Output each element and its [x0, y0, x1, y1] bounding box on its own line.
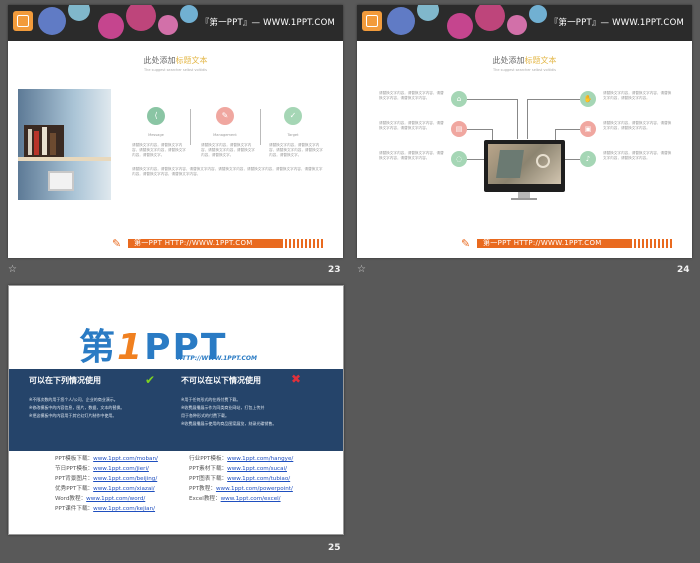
- left-text: 请替换文字内容，请替换文字内容，请替换文字内容，请替换文字内容。: [379, 121, 444, 130]
- document-icon: ▤: [451, 121, 467, 137]
- link-sucai[interactable]: www.1ppt.com/sucai/: [227, 466, 287, 472]
- column-divider: [190, 109, 191, 145]
- banner-logo-icon: [13, 11, 33, 31]
- link-row: 节日PPT模板：www.1ppt.com/jieri/: [55, 466, 149, 472]
- banner-logo-icon: [362, 11, 382, 31]
- bookshelf-photo: [18, 89, 111, 200]
- slide-thumbnail-23[interactable]: 『第一PPT』— WWW.1PPT.COM 此处添加标题文本 The sugge…: [8, 5, 343, 258]
- right-text: 请替换文字内容，请替换文字内容，请替换文字内容，请替换文字内容。: [603, 121, 672, 130]
- link-row: PPT教程：www.1ppt.com/powerpoint/: [189, 486, 293, 492]
- link-jieri[interactable]: www.1ppt.com/jieri/: [93, 466, 149, 472]
- can-use-title: 可以在下列情况使用: [29, 376, 101, 385]
- footer-stripes: [283, 239, 325, 248]
- link-kejian[interactable]: www.1ppt.com/kejian/: [93, 506, 155, 512]
- mic-icon: ♪: [580, 151, 596, 167]
- pencil-icon: ✎: [112, 237, 122, 250]
- cannot-use-item: ※收费展播展示作为同类商业网站，打包上传并: [181, 405, 265, 410]
- animation-star-icon: ☆: [357, 264, 366, 275]
- link-moban[interactable]: www.1ppt.com/moban/: [93, 456, 158, 462]
- link-row: PPT图表下载：www.1ppt.com/tubiao/: [189, 476, 291, 482]
- right-text: 请替换文字内容，请替换文字内容，请替换文字内容，请替换文字内容。: [603, 91, 672, 100]
- share-icon: ⟨: [147, 107, 165, 125]
- slide-banner: 『第一PPT』— WWW.1PPT.COM: [8, 5, 343, 41]
- column-divider: [260, 109, 261, 145]
- usage-panel: 可以在下列情况使用 ✔ 不可以在以下情况使用 ✖ ※不限次数的用于您个人/公司、…: [9, 369, 343, 451]
- link-powerpoint[interactable]: www.1ppt.com/powerpoint/: [216, 486, 293, 492]
- bulb-icon: ◌: [451, 151, 467, 167]
- column-label-management: Management: [213, 133, 237, 137]
- column-text: 请替换文字内容，请替换文字内容，请替换文字内容，请替换文字内容，请替换文字。: [269, 143, 323, 157]
- footer-text: 第一PPT HTTP://WWW.1PPT.COM: [483, 239, 602, 247]
- banner-text: 『第一PPT』— WWW.1PPT.COM: [549, 18, 684, 28]
- column-label-message: Message: [148, 133, 164, 137]
- cross-icon: ✖: [291, 372, 302, 386]
- link-xiazai[interactable]: www.1ppt.com/xiazai/: [93, 486, 155, 492]
- slide-number: 25: [328, 543, 341, 553]
- slide-footer: ✎ 第一PPT HTTP://WWW.1PPT.COM: [357, 237, 692, 250]
- hand-icon: ✋: [580, 91, 596, 107]
- animation-star-icon: ☆: [8, 264, 17, 275]
- home-icon: ⌂: [451, 91, 467, 107]
- link-row: 行业PPT模板：www.1ppt.com/hangye/: [189, 456, 294, 462]
- link-row: PPT课件下载：www.1ppt.com/kejian/: [55, 506, 156, 512]
- slide-banner: 『第一PPT』— WWW.1PPT.COM: [357, 5, 692, 41]
- edit-icon: ✎: [216, 107, 234, 125]
- slide-subtitle: The suggest searcher selbst voltidis: [493, 68, 556, 72]
- monitor-image: [484, 140, 565, 192]
- link-beijing[interactable]: www.1ppt.com/beijing/: [93, 476, 157, 482]
- link-word[interactable]: www.1ppt.com/word/: [86, 496, 145, 502]
- cannot-use-title: 不可以在以下情况使用: [181, 376, 261, 385]
- column-text: 请替换文字内容，请替换文字内容，请替换文字内容，请替换文字内容，请替换文字。: [132, 143, 186, 157]
- footer-stripes: [632, 239, 674, 248]
- links-right: 行业PPT模板：www.1ppt.com/hangye/ PPT素材下载：www…: [189, 454, 293, 504]
- link-row: Excel教程：www.1ppt.com/excel/: [189, 496, 281, 502]
- slide-number: 23: [328, 265, 341, 275]
- slide-title: 此处添加标题文本: [143, 56, 208, 65]
- link-hangye[interactable]: www.1ppt.com/hangye/: [227, 456, 293, 462]
- link-excel[interactable]: www.1ppt.com/excel/: [221, 496, 281, 502]
- slide-footer: ✎ 第一PPT HTTP://WWW.1PPT.COM: [8, 237, 343, 250]
- column-label-target: Target: [287, 133, 299, 137]
- link-tubiao[interactable]: www.1ppt.com/tubiao/: [227, 476, 290, 482]
- slide-subtitle: The suggest searcher selbst voltidis: [144, 68, 207, 72]
- slide-title: 此处添加标题文本: [492, 56, 557, 65]
- slide-thumbnail-25[interactable]: 第1PPT HTTP://WWW.1PPT.COM 可以在下列情况使用 ✔ 不可…: [8, 285, 344, 535]
- column-text: 请替换文字内容，请替换文字内容，请替换文字内容，请替换文字内容，请替换文字。: [201, 143, 255, 157]
- cannot-use-item: ※用于任何形式的在线付费下载。: [181, 397, 241, 402]
- left-text: 请替换文字内容，请替换文字内容，请替换文字内容，请替换文字内容。: [379, 91, 444, 100]
- slide-thumbnail-24[interactable]: 『第一PPT』— WWW.1PPT.COM 此处添加标题文本 The sugge…: [357, 5, 692, 258]
- link-row: PPT素材下载：www.1ppt.com/sucai/: [189, 466, 287, 472]
- link-row: 优秀PPT下载：www.1ppt.com/xiazai/: [55, 486, 155, 492]
- link-row: PPT背景图片：www.1ppt.com/beijing/: [55, 476, 158, 482]
- footer-text: 第一PPT HTTP://WWW.1PPT.COM: [134, 239, 253, 247]
- cannot-use-item: 用于各种形式的付费下载。: [181, 413, 229, 418]
- cannot-use-item: ※收费展播展示使用的商品图案展览，刻录光碟销售。: [181, 421, 277, 426]
- link-row: Word教程：www.1ppt.com/word/: [55, 496, 146, 502]
- can-use-item: ※不限次数的用于您个人/公司、企业的商业演示。: [29, 397, 118, 402]
- body-text: 请替换文字内容，请替换文字内容，请替换文字内容，请替换文字内容，请替换文字内容，…: [132, 167, 323, 176]
- links-left: PPT模板下载：www.1ppt.com/moban/ 节日PPT模板：www.…: [55, 454, 158, 514]
- slide-number: 24: [677, 265, 690, 275]
- check-icon: ✔: [145, 373, 156, 387]
- right-text: 请替换文字内容，请替换文字内容，请替换文字内容，请替换文字内容。: [603, 151, 672, 160]
- can-use-item: ※把这模板中的内容用于其它幻灯片制作中使用。: [29, 413, 117, 418]
- logo-1ppt: 第1PPT: [79, 327, 228, 368]
- lock-icon: ▣: [580, 121, 596, 137]
- pencil-icon: ✎: [461, 237, 471, 250]
- banner-text: 『第一PPT』— WWW.1PPT.COM: [200, 18, 335, 28]
- logo-url: HTTP://WWW.1PPT.COM: [177, 355, 257, 362]
- left-text: 请替换文字内容，请替换文字内容，请替换文字内容，请替换文字内容。: [379, 151, 444, 160]
- link-row: PPT模板下载：www.1ppt.com/moban/: [55, 456, 158, 462]
- can-use-item: ※修改模板中的内容信息，图片，数据，文本的替换。: [29, 405, 125, 410]
- check-icon: ✓: [284, 107, 302, 125]
